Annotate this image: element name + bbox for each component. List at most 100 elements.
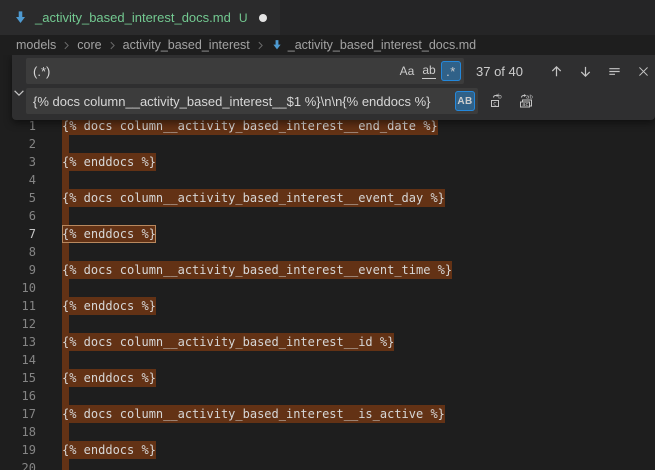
line-number[interactable]: 2 [0,135,62,153]
code-line[interactable]: 12 [0,315,655,333]
line-content[interactable] [62,207,655,225]
line-content[interactable]: {% enddocs %} [62,225,655,243]
find-match: {% enddocs %} [62,369,156,387]
line-number[interactable]: 12 [0,315,62,333]
line-content[interactable] [62,387,655,405]
line-content[interactable] [62,423,655,441]
line-number[interactable]: 17 [0,405,62,423]
code-line[interactable]: 9{% docs column__activity_based_interest… [0,261,655,279]
find-match-empty [62,171,69,189]
code-line[interactable]: 20 [0,459,655,470]
find-match-empty [62,459,69,470]
next-match-button[interactable] [574,60,596,82]
markdown-file-icon [13,10,28,25]
code-line[interactable]: 5{% docs column__activity_based_interest… [0,189,655,207]
find-in-selection-button[interactable] [603,60,625,82]
line-number[interactable]: 7 [0,225,62,243]
line-content[interactable] [62,315,655,333]
line-number[interactable]: 6 [0,207,62,225]
code-line[interactable]: 10 [0,279,655,297]
line-number[interactable]: 19 [0,441,62,459]
regex-toggle[interactable]: .* [441,61,461,81]
line-content[interactable]: {% docs column__activity_based_interest_… [62,261,655,279]
code-line[interactable]: 8 [0,243,655,261]
unsaved-dot-icon[interactable] [259,14,267,22]
find-match: {% enddocs %} [62,441,156,459]
line-content[interactable]: {% enddocs %} [62,153,655,171]
code-line[interactable]: 14 [0,351,655,369]
line-content[interactable]: {% enddocs %} [62,441,655,459]
breadcrumb-item-core[interactable]: core [77,38,101,52]
line-content[interactable] [62,135,655,153]
line-number[interactable]: 8 [0,243,62,261]
line-number[interactable]: 14 [0,351,62,369]
code-line[interactable]: 3{% enddocs %} [0,153,655,171]
code-line[interactable]: 11{% enddocs %} [0,297,655,315]
line-number[interactable]: 11 [0,297,62,315]
match-count: 37 of 40 [476,64,523,79]
find-match-empty [62,207,69,225]
chevron-right-icon [256,41,265,50]
line-number[interactable]: 3 [0,153,62,171]
find-match-empty [62,135,69,153]
line-number[interactable]: 4 [0,171,62,189]
line-number[interactable]: 5 [0,189,62,207]
line-content[interactable]: {% docs column__activity_based_interest_… [62,189,655,207]
line-content[interactable]: {% docs column__activity_based_interest_… [62,405,655,423]
line-number[interactable]: 13 [0,333,62,351]
replace-icon: b c [489,93,505,109]
match-case-toggle[interactable]: Aa [397,61,417,81]
line-number[interactable]: 10 [0,279,62,297]
find-match-empty [62,279,69,297]
code-line[interactable]: 17{% docs column__activity_based_interes… [0,405,655,423]
code-line[interactable]: 18 [0,423,655,441]
code-lines: 1{% docs column__activity_based_interest… [0,117,655,470]
breadcrumb-item-folder[interactable]: activity_based_interest [123,38,250,52]
code-line[interactable]: 6 [0,207,655,225]
selection-lines-icon [607,64,622,79]
line-content[interactable] [62,459,655,470]
breadcrumb-item-models[interactable]: models [16,38,56,52]
chevron-right-icon [62,41,71,50]
line-content[interactable] [62,279,655,297]
replace-input[interactable]: {% docs column__activity_based_interest_… [26,88,478,114]
line-number[interactable]: 9 [0,261,62,279]
line-content[interactable] [62,351,655,369]
line-content[interactable] [62,171,655,189]
close-find-button[interactable] [632,60,654,82]
preserve-case-toggle[interactable]: AB [455,91,475,111]
code-line[interactable]: 4 [0,171,655,189]
find-match: {% docs column__activity_based_interest_… [62,405,445,423]
line-content[interactable] [62,243,655,261]
breadcrumb-file-label: _activity_based_interest_docs.md [288,38,476,52]
code-line[interactable]: 13{% docs column__activity_based_interes… [0,333,655,351]
breadcrumb: models core activity_based_interest _act… [0,35,655,55]
toggle-replace-button[interactable] [12,86,26,100]
replace-all-button[interactable]: ab ac [515,90,537,112]
line-content[interactable]: {% docs column__activity_based_interest_… [62,333,655,351]
close-icon [637,65,650,78]
editor-tab[interactable]: _activity_based_interest_docs.md U [0,0,280,35]
find-match-empty [62,423,69,441]
code-line[interactable]: 2 [0,135,655,153]
line-number[interactable]: 16 [0,387,62,405]
whole-word-toggle[interactable]: ab [419,61,439,81]
arrow-up-icon [549,64,564,79]
find-input[interactable]: (.*) Aa ab .* [26,58,464,84]
line-number[interactable]: 15 [0,369,62,387]
svg-text:c: c [493,100,496,107]
line-number[interactable]: 20 [0,459,62,470]
editor-pane: (.*) Aa ab .* 37 of 40 [0,55,655,470]
breadcrumb-item-file[interactable]: _activity_based_interest_docs.md [271,38,476,52]
line-content[interactable]: {% enddocs %} [62,297,655,315]
code-line[interactable]: 16 [0,387,655,405]
code-line[interactable]: 19{% enddocs %} [0,441,655,459]
replace-button[interactable]: b c [486,90,508,112]
line-number[interactable]: 18 [0,423,62,441]
svg-text:ac: ac [522,102,528,108]
find-match: {% docs column__activity_based_interest_… [62,261,452,279]
code-line[interactable]: 7{% enddocs %} [0,225,655,243]
code-line[interactable]: 15{% enddocs %} [0,369,655,387]
previous-match-button[interactable] [545,60,567,82]
line-content[interactable]: {% enddocs %} [62,369,655,387]
